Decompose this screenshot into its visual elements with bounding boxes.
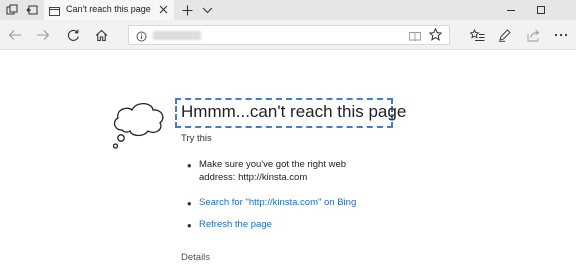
- bullet: •: [187, 218, 192, 233]
- suggestion-line-1: Make sure you've got the right web: [199, 159, 347, 170]
- new-tab-icon[interactable]: [179, 2, 195, 18]
- set-aside-tabs-icon[interactable]: [24, 2, 40, 18]
- bullet: •: [187, 196, 192, 211]
- more-icon[interactable]: [552, 26, 570, 44]
- suggestion-line-2: address: http://kinsta.com: [199, 172, 308, 183]
- home-icon[interactable]: [92, 26, 110, 44]
- share-icon[interactable]: [524, 26, 542, 44]
- close-tab-icon[interactable]: [157, 3, 170, 16]
- active-tab[interactable]: Can't reach this page: [44, 0, 174, 20]
- info-icon[interactable]: [136, 29, 147, 47]
- web-note-icon[interactable]: [496, 26, 514, 44]
- refresh-page-link[interactable]: Refresh the page: [199, 218, 272, 231]
- back-icon[interactable]: [6, 26, 24, 44]
- tab-list-chevron-icon[interactable]: [199, 2, 215, 18]
- maximize-icon[interactable]: [526, 0, 556, 20]
- tab-strip: Can't reach this page: [0, 0, 576, 20]
- address-bar[interactable]: [128, 25, 450, 45]
- forward-icon[interactable]: [34, 26, 52, 44]
- url-text-blurred[interactable]: [153, 31, 201, 40]
- tab-preview-icon[interactable]: [4, 2, 20, 18]
- reading-view-icon[interactable]: [409, 29, 421, 47]
- tab-title: Can't reach this page: [66, 4, 151, 14]
- favorites-hub-icon[interactable]: [468, 26, 486, 44]
- bullet: •: [187, 158, 192, 173]
- favorite-star-icon[interactable]: [428, 27, 443, 46]
- navigation-bar: [0, 20, 576, 50]
- try-this-heading: Try this: [181, 133, 212, 144]
- details-toggle[interactable]: Details: [181, 252, 210, 263]
- refresh-icon[interactable]: [64, 26, 82, 44]
- error-headline: Hmmm...can't reach this page: [181, 102, 407, 121]
- suggestion-check-address: Make sure you've got the right web addre…: [199, 158, 346, 184]
- thought-cloud-icon: [108, 97, 168, 160]
- search-on-bing-link[interactable]: Search for "http://kinsta.com" on Bing: [199, 196, 356, 209]
- minimize-icon[interactable]: [496, 0, 526, 20]
